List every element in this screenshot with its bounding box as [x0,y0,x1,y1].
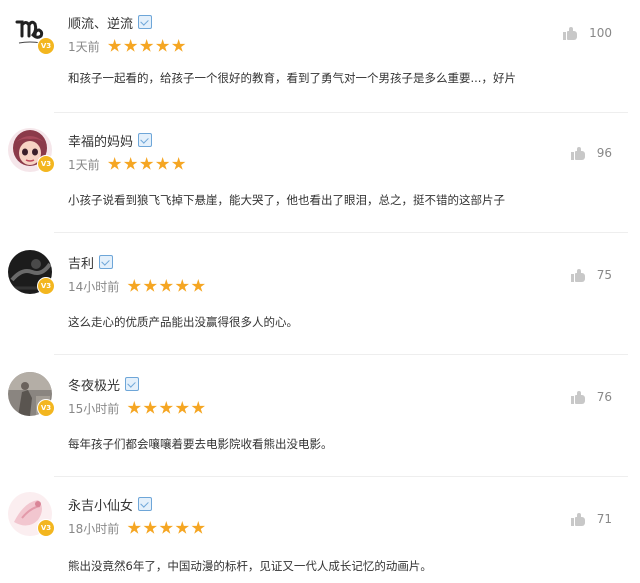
star-icon [191,521,206,534]
level-badge-icon [138,15,153,29]
star-icon [127,521,142,534]
star-icon [123,157,138,170]
star-icon [107,39,122,52]
star-icon [155,157,170,170]
username[interactable]: 冬夜极光 [68,375,120,394]
username[interactable]: 吉利 [68,253,94,272]
divider [54,112,628,113]
like-count: 71 [596,512,612,526]
like-button[interactable]: 96 [570,146,612,160]
thumbs-up-icon[interactable] [570,512,585,526]
level-badge-icon [138,497,153,511]
comment-time: 18小时前 [68,521,120,536]
star-icon [171,157,186,170]
comment-time: 1天前 [68,157,100,172]
star-icon [191,279,206,292]
star-icon [107,157,122,170]
thumbs-up-icon[interactable] [570,268,585,282]
star-icon [127,401,142,414]
star-rating [127,401,207,415]
comment-text: 小孩子说看到狼飞飞掉下悬崖，能大哭了，他也看出了眼泪，总之，挺不错的这部片子 [68,193,505,207]
thumbs-up-icon[interactable] [563,26,578,40]
divider [54,232,628,233]
like-button[interactable]: 71 [570,512,612,526]
star-icon [127,279,142,292]
username[interactable]: 幸福的妈妈 [68,131,133,150]
divider [54,354,628,355]
comment-time: 15小时前 [68,401,120,416]
star-icon [123,39,138,52]
star-icon [175,521,190,534]
star-icon [139,39,154,52]
star-icon [159,521,174,534]
star-icon [175,401,190,414]
vip-badge: V3 [37,37,55,55]
star-rating [127,279,207,293]
comment-time: 1天前 [68,39,100,54]
level-badge-icon [99,255,114,269]
like-button[interactable]: 76 [570,390,612,404]
star-rating [127,521,207,535]
star-icon [159,401,174,414]
like-count: 96 [596,146,612,160]
avatar[interactable]: V3 [8,372,55,417]
star-icon [143,279,158,292]
star-icon [159,279,174,292]
star-icon [143,401,158,414]
username[interactable]: 顺流、逆流 [68,13,133,32]
comment-text: 每年孩子们都会嚷嚷着要去电影院收看熊出没电影。 [68,437,333,451]
avatar[interactable]: V3 [8,10,55,55]
vip-badge: V3 [37,277,55,295]
thumbs-up-icon[interactable] [570,146,585,160]
avatar[interactable]: V3 [8,250,55,295]
like-count: 100 [589,26,612,40]
vip-badge: V3 [37,519,55,537]
star-icon [143,521,158,534]
like-button[interactable]: 100 [563,26,612,40]
like-count: 75 [596,268,612,282]
divider [54,476,628,477]
like-count: 76 [596,390,612,404]
vip-badge: V3 [37,399,55,417]
username[interactable]: 永吉小仙女 [68,495,133,514]
star-rating [107,39,188,53]
star-icon [139,157,154,170]
avatar[interactable]: V3 [8,492,55,537]
comment-text: 这么走心的优质产品能出没赢得很多人的心。 [68,315,298,329]
star-icon [191,401,206,414]
vip-badge: V3 [37,155,55,173]
avatar[interactable]: V3 [8,128,55,173]
comment-text: 熊出没竟然6年了，中国动漫的标杆，见证又一代人成长记忆的动画片。 [68,559,432,573]
star-icon [175,279,190,292]
level-badge-icon [138,133,153,147]
star-icon [155,39,170,52]
star-rating [107,157,188,171]
comment-text: 和孩子一起看的，给孩子一个很好的教育，看到了勇气对一个男孩子是多么重要...，好… [68,71,516,85]
level-badge-icon [125,377,140,391]
like-button[interactable]: 75 [570,268,612,282]
thumbs-up-icon[interactable] [570,390,585,404]
star-icon [171,39,186,52]
comment-time: 14小时前 [68,279,120,294]
